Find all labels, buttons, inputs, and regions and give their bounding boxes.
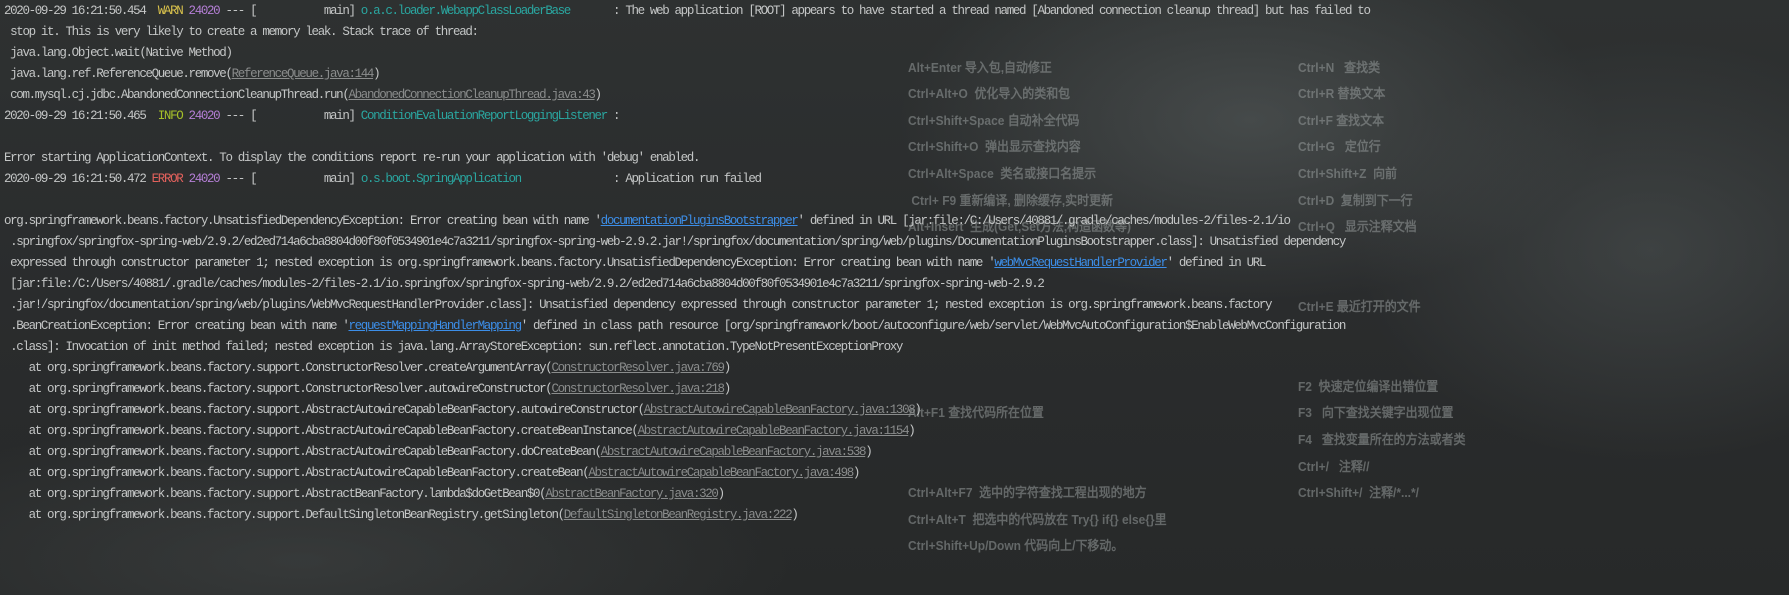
- console-line: stop it. This is very likely to create a…: [4, 22, 1789, 43]
- source-file-link[interactable]: AbstractAutowireCapableBeanFactory.java:…: [601, 445, 867, 459]
- console-text: at org.springframework.beans.factory.sup…: [4, 403, 645, 417]
- console-text: at org.springframework.beans.factory.sup…: [4, 508, 566, 522]
- console-text: java.lang.ref.ReferenceQueue.remove(: [4, 67, 233, 81]
- console-text: ): [914, 403, 922, 417]
- console-line: Error starting ApplicationContext. To di…: [4, 148, 1789, 169]
- console-line: .springfox/springfox-spring-web/2.9.2/ed…: [4, 232, 1789, 253]
- console-line: at org.springframework.beans.factory.sup…: [4, 463, 1789, 484]
- console-text: --- [ main]: [219, 4, 361, 18]
- console-line: at org.springframework.beans.factory.sup…: [4, 484, 1789, 505]
- console-line: .class]: Invocation of init method faile…: [4, 337, 1789, 358]
- console-text: 2020-09-29 16:21:50.454: [4, 4, 158, 18]
- source-file-link[interactable]: ConstructorResolver.java:218: [551, 382, 725, 396]
- console-line: .jar!/springfox/documentation/spring/web…: [4, 295, 1789, 316]
- console-text: ' defined in class path resource [org/sp…: [520, 319, 1347, 333]
- console-line: at org.springframework.beans.factory.sup…: [4, 358, 1789, 379]
- console-line: org.springframework.beans.factory.Unsati…: [4, 211, 1789, 232]
- console-text: .jar!/springfox/documentation/spring/web…: [4, 298, 1272, 312]
- console-text: ): [594, 88, 603, 102]
- source-file-link[interactable]: AbstractBeanFactory.java:320: [545, 487, 719, 501]
- console-line: expressed through constructor parameter …: [4, 253, 1789, 274]
- console-text: .springfox/springfox-spring-web/2.9.2/ed…: [4, 235, 1346, 249]
- console-text: .class]: Invocation of init method faile…: [4, 340, 903, 354]
- console-text: ): [723, 361, 732, 375]
- console-text: 2020-09-29 16:21:50.472: [4, 172, 152, 186]
- log-level-info: INFO: [157, 109, 184, 123]
- bean-name-link[interactable]: webMvcRequestHandlerProvider: [994, 256, 1168, 270]
- console-line: java.lang.Object.wait(Native Method): [4, 43, 1789, 64]
- source-file-link[interactable]: AbstractAutowireCapableBeanFactory.java:…: [588, 466, 854, 480]
- console-line: com.mysql.cj.jdbc.AbandonedConnectionCle…: [4, 85, 1789, 106]
- console-text: at org.springframework.beans.factory.sup…: [4, 361, 553, 375]
- console-line: 2020-09-29 16:21:50.454 WARN 24020 --- […: [4, 1, 1789, 22]
- console-line: at org.springframework.beans.factory.sup…: [4, 400, 1789, 421]
- source-file-link[interactable]: AbandonedConnectionCleanupThread.java:43: [348, 88, 595, 102]
- console-line: 2020-09-29 16:21:50.465 INFO 24020 --- […: [4, 106, 1789, 127]
- console-line: .BeanCreationException: Error creating b…: [4, 316, 1789, 337]
- console-text: ): [852, 466, 861, 480]
- process-id: 24020: [188, 109, 221, 123]
- console-text: ): [908, 424, 916, 438]
- console-text: at org.springframework.beans.factory.sup…: [4, 424, 639, 438]
- console-text: [jar:file:/C:/Users/40881/.gradle/caches…: [4, 277, 1045, 291]
- bean-name-link[interactable]: requestMappingHandlerMapping: [348, 319, 522, 333]
- console-text: ' defined in URL: [1166, 256, 1267, 270]
- console-line: at org.springframework.beans.factory.sup…: [4, 505, 1789, 526]
- log-level-error: ERROR: [151, 172, 184, 186]
- log-level-warn: WARN: [157, 4, 184, 18]
- console-text: at org.springframework.beans.factory.sup…: [4, 466, 590, 480]
- console-line: java.lang.ref.ReferenceQueue.remove(Refe…: [4, 64, 1789, 85]
- console-text: :: [606, 109, 621, 123]
- console-text: ): [373, 67, 381, 81]
- console-text: ): [791, 508, 799, 522]
- console-text: --- [ main]: [219, 109, 361, 123]
- console-text: stop it. This is very likely to create a…: [4, 25, 479, 39]
- console-text: at org.springframework.beans.factory.sup…: [4, 382, 553, 396]
- shortcut-hint: Ctrl+Shift+Up/Down 代码向上/下移动。: [908, 538, 1124, 554]
- process-id: 24020: [188, 172, 221, 186]
- source-file-link[interactable]: ReferenceQueue.java:144: [232, 67, 375, 81]
- console-line: 2020-09-29 16:21:50.472 ERROR 24020 --- …: [4, 169, 1789, 190]
- console-text: --- [ main]: [219, 172, 361, 186]
- console-line: [jar:file:/C:/Users/40881/.gradle/caches…: [4, 274, 1789, 295]
- source-file-link[interactable]: ConstructorResolver.java:769: [551, 361, 725, 375]
- console-text: expressed through constructor parameter …: [4, 256, 996, 270]
- console-text: com.mysql.cj.jdbc.AbandonedConnectionCle…: [4, 88, 350, 102]
- console-text: : Application run failed: [606, 172, 762, 186]
- console-text: : The web application [ROOT] appears to …: [606, 4, 1371, 18]
- console-text: ' defined in URL [jar:file:/C:/Users/408…: [797, 214, 1291, 228]
- console-text: org.springframework.beans.factory.Unsati…: [4, 214, 602, 228]
- console-line: at org.springframework.beans.factory.sup…: [4, 379, 1789, 400]
- logger-name: o.s.boot.SpringApplication: [360, 172, 607, 186]
- source-file-link[interactable]: AbstractAutowireCapableBeanFactory.java:…: [644, 403, 916, 417]
- console-text: java.lang.Object.wait(Native Method): [4, 46, 233, 60]
- console-text: at org.springframework.beans.factory.sup…: [4, 445, 602, 459]
- console-text: at org.springframework.beans.factory.sup…: [4, 487, 547, 501]
- console-text: .BeanCreationException: Error creating b…: [4, 319, 350, 333]
- console-text: ): [865, 445, 873, 459]
- console-text: ): [723, 382, 732, 396]
- logger-name: o.a.c.loader.WebappClassLoaderBase: [360, 4, 607, 18]
- console-text: 2020-09-29 16:21:50.465: [4, 109, 158, 123]
- source-file-link[interactable]: AbstractAutowireCapableBeanFactory.java:…: [638, 424, 910, 438]
- bean-name-link[interactable]: documentationPluginsBootstrapper: [601, 214, 799, 228]
- console-text: ): [717, 487, 726, 501]
- console-line: at org.springframework.beans.factory.sup…: [4, 421, 1789, 442]
- process-id: 24020: [188, 4, 221, 18]
- logger-name: ConditionEvaluationReportLoggingListener: [360, 109, 608, 123]
- source-file-link[interactable]: DefaultSingletonBeanRegistry.java:222: [564, 508, 793, 522]
- console-text: Error starting ApplicationContext. To di…: [4, 151, 700, 165]
- console-line: at org.springframework.beans.factory.sup…: [4, 442, 1789, 463]
- run-console-output[interactable]: 2020-09-29 16:21:50.454 WARN 24020 --- […: [4, 1, 1789, 526]
